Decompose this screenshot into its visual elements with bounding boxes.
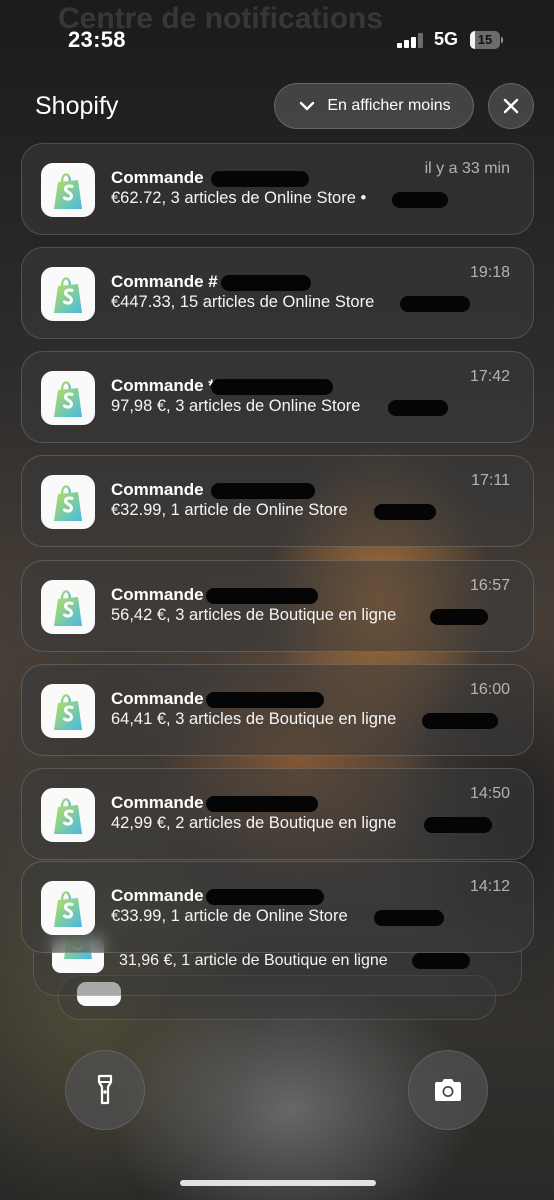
notification-time: 14:50	[469, 785, 510, 802]
notification-body: 97,98 €, 3 articles de Online Store	[111, 397, 361, 415]
redaction	[211, 379, 333, 395]
redaction	[412, 953, 470, 969]
redaction	[206, 588, 318, 604]
notification-body: €62.72, 3 articles de Online Store •	[111, 189, 367, 207]
redaction	[400, 296, 470, 312]
redaction	[424, 817, 492, 833]
redaction	[206, 796, 318, 812]
network-type: 5G	[434, 29, 459, 49]
redaction	[392, 192, 448, 208]
notification-body: €33.99, 1 article de Online Store	[111, 907, 348, 925]
camera-button[interactable]	[408, 1050, 488, 1130]
notification-body: 56,42 €, 3 articles de Boutique en ligne	[111, 606, 397, 624]
shopify-app-icon	[41, 267, 95, 321]
notification-title: Commande *	[111, 376, 215, 395]
flashlight-button[interactable]	[65, 1050, 145, 1130]
flashlight-icon	[97, 1074, 113, 1105]
redaction	[206, 692, 324, 708]
battery-level: 15	[477, 32, 493, 47]
notification-title: Commande	[111, 480, 204, 499]
shopify-app-icon	[41, 881, 95, 935]
show-less-label: En afficher moins	[327, 97, 451, 114]
notification-body: 42,99 €, 2 articles de Boutique en ligne	[111, 814, 397, 832]
notification-title: Commande	[111, 689, 204, 708]
notification-title: Commande	[111, 585, 204, 604]
shopify-bag-icon	[52, 172, 84, 211]
notification-card[interactable]: Commande €62.72, 3 articles de Online Sto…	[21, 143, 534, 235]
show-less-button[interactable]: En afficher moins	[274, 83, 474, 129]
chevron-down-icon	[300, 101, 315, 111]
notification-time: 17:11	[471, 472, 510, 489]
shopify-bag-icon	[52, 797, 84, 836]
redaction	[388, 400, 448, 416]
shopify-app-icon	[41, 371, 95, 425]
shopify-app-icon	[41, 580, 95, 634]
notification-card[interactable]: Commande €33.99, 1 article de Online Stor…	[21, 861, 534, 953]
notification-title: Commande	[111, 886, 204, 905]
notification-body: 31,96 €, 1 article de Boutique en ligne	[119, 952, 388, 969]
clear-group-button[interactable]	[488, 83, 534, 129]
status-time: 23:58	[68, 27, 126, 52]
shopify-app-icon	[41, 163, 95, 217]
redaction	[374, 910, 444, 926]
shopify-bag-icon	[52, 380, 84, 419]
shopify-app-icon	[41, 475, 95, 529]
notification-time: 19:18	[469, 264, 510, 281]
notification-title: Commande	[111, 168, 204, 187]
signal-icon	[397, 33, 423, 48]
notification-card[interactable]: Commande * 97,98 €, 3 articles de Online …	[21, 351, 534, 443]
notification-time: il y a 33 min	[424, 160, 510, 177]
shopify-app-icon	[41, 788, 95, 842]
camera-icon	[435, 1079, 461, 1101]
notification-title: Commande #	[111, 272, 218, 291]
shopify-bag-icon	[52, 484, 84, 523]
redaction	[206, 889, 324, 905]
status-bar: 23:58 5G 15	[0, 26, 554, 58]
shopify-app-icon	[41, 684, 95, 738]
group-title: Shopify	[35, 92, 119, 120]
notification-time: 17:42	[469, 368, 510, 385]
shopify-bag-icon	[52, 589, 84, 628]
notification-card[interactable]: Commande 64,41 €, 3 articles de Boutique …	[21, 664, 534, 756]
home-indicator[interactable]	[180, 1180, 376, 1186]
notification-card[interactable]: Commande €32.99, 1 article de Online Stor…	[21, 455, 534, 547]
notification-title: Commande	[111, 793, 204, 812]
notification-time: 16:57	[469, 577, 510, 594]
notification-body: €447.33, 15 articles de Online Store	[111, 293, 375, 311]
redaction	[221, 275, 311, 291]
redaction	[430, 609, 488, 625]
shopify-bag-icon	[52, 693, 84, 732]
notification-body: 64,41 €, 3 articles de Boutique en ligne	[111, 710, 397, 728]
shopify-bag-icon	[52, 276, 84, 315]
shopify-bag-icon	[52, 890, 84, 929]
notification-card[interactable]: Commande 56,42 €, 3 articles de Boutique …	[21, 560, 534, 652]
redaction	[211, 171, 309, 187]
notification-time: 16:00	[469, 681, 510, 698]
close-icon	[503, 98, 519, 114]
redaction	[374, 504, 436, 520]
notification-body: €32.99, 1 article de Online Store	[111, 501, 348, 519]
redaction	[422, 713, 498, 729]
notification-card[interactable]: Commande 42,99 €, 2 articles de Boutique …	[21, 768, 534, 860]
notification-time: 14:12	[469, 878, 510, 895]
notification-card[interactable]: Commande # €447.33, 15 articles de Online…	[21, 247, 534, 339]
battery-icon: 15	[470, 31, 503, 49]
redaction	[211, 483, 315, 499]
